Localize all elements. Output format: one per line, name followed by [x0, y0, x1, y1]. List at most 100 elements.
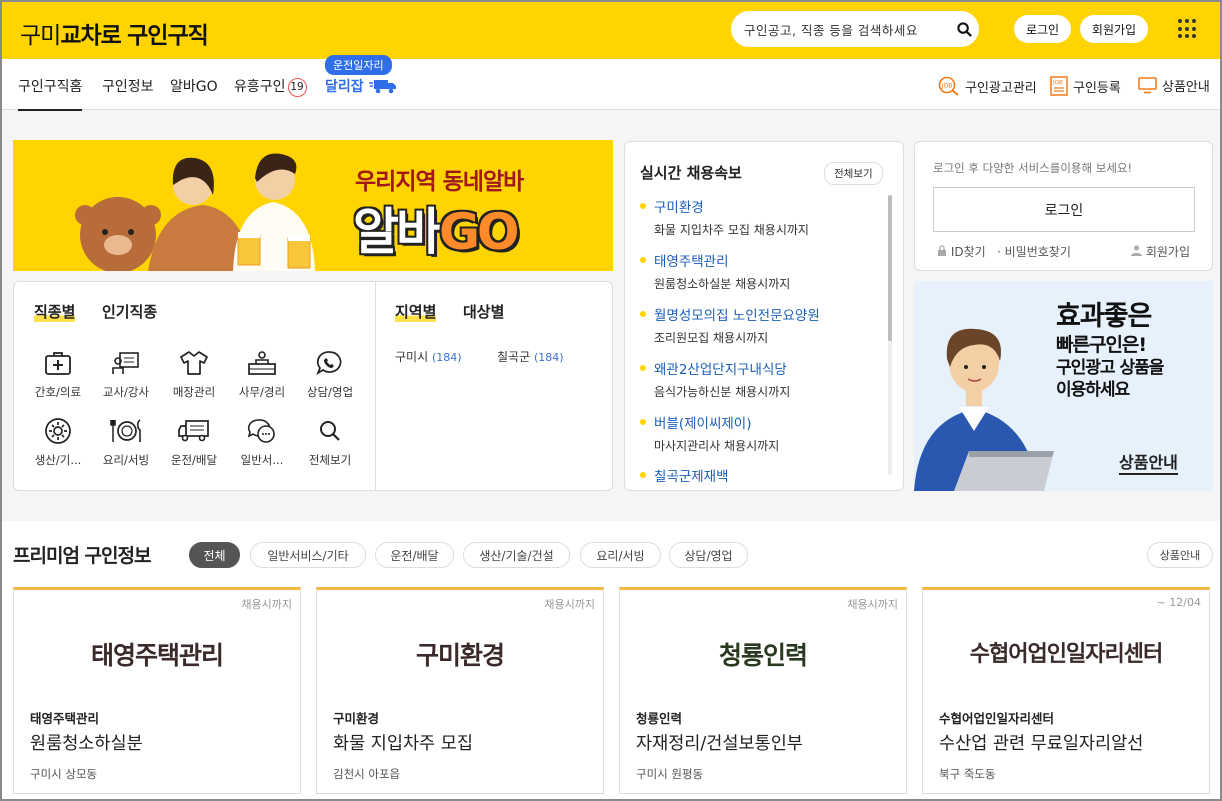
nav-job-register[interactable]: JOB 구인등록	[1050, 76, 1121, 96]
nav-home[interactable]: 구인구직홈	[18, 76, 83, 111]
premium-product-button[interactable]: 상품안내	[1147, 542, 1213, 568]
premium-card[interactable]: 채용시까지 청룡인력 청룡인력 자재정리/건설보통인부 구미시 원평동	[619, 587, 907, 794]
tab-by-target[interactable]: 대상별	[463, 301, 504, 322]
job-doc-icon: JOB	[1050, 76, 1068, 96]
card-title: 화물 지입차주 모집	[333, 734, 473, 754]
cat-cooking[interactable]: 요리/서빙	[94, 416, 158, 468]
cat-general-service[interactable]: 일반서...	[230, 416, 294, 468]
card-logo-text: 수협어업인일자리센터	[969, 642, 1163, 667]
cat-driving[interactable]: 운전/배달	[162, 416, 226, 468]
region-chilgok[interactable]: 칠곡군 (184)	[497, 348, 564, 365]
site-logo[interactable]: 구미교차로 구인구직	[20, 16, 209, 50]
card-deadline: ~ 12/04	[1156, 596, 1201, 609]
cat-view-all[interactable]: 전체보기	[298, 416, 362, 468]
cat-consult[interactable]: 상담/영업	[298, 348, 362, 400]
login-signup-link[interactable]: 회원가입	[1131, 243, 1190, 260]
teacher-icon	[94, 348, 158, 378]
nav-adult-jobs[interactable]: 유흥구인 19	[234, 76, 307, 97]
find-password-link[interactable]: · 비밀번호찾기	[997, 243, 1071, 260]
realtime-item[interactable]: 왜관2산업단지구내식당 음식가능하신분 채용시까지	[640, 358, 880, 400]
chip-production[interactable]: 생산/기술/건설	[463, 542, 570, 568]
premium-card[interactable]: 채용시까지 구미환경 구미환경 화물 지입차주 모집 김천시 아포읍	[316, 587, 604, 794]
card-deadline: 채용시까지	[544, 598, 595, 611]
card-logo-text: 청룡인력	[718, 641, 808, 670]
chip-consult[interactable]: 상담/영업	[669, 542, 748, 568]
card-deadline: 채용시까지	[847, 598, 898, 611]
login-box: 로그인 후 다양한 서비스를이용해 보세요! 로그인 ID찾기 · 비밀번호찾기…	[914, 141, 1213, 271]
realtime-item[interactable]: 구미환경 화물 지입차주 모집 채용시까지	[640, 196, 880, 238]
realtime-desc: 원룸청소하실분 채용시까지	[654, 277, 791, 291]
card-company: 태영주택관리	[30, 711, 100, 726]
cat-label: 운전/배달	[170, 453, 218, 467]
chip-driving[interactable]: 운전/배달	[375, 542, 454, 568]
realtime-item[interactable]: 월명성모의집 노인전문요양원조리원모집 채용시까지	[640, 304, 880, 346]
premium-card[interactable]: ~ 12/04 수협어업인일자리센터 수협어업인일자리센터 수산업 관련 무료일…	[922, 587, 1210, 794]
card-title: 원룸청소하실분	[30, 734, 143, 754]
cat-office[interactable]: 사무/경리	[230, 348, 294, 400]
main-nav: 구인구직홈 구인정보 알바GO 유흥구인 19 운전일자리 달리잡 JOB 구인광…	[2, 55, 1220, 111]
truck-outline-icon	[162, 416, 226, 446]
signup-button[interactable]: 회원가입	[1080, 15, 1148, 43]
cat-store[interactable]: 매장관리	[162, 348, 226, 400]
realtime-company: 구미환경	[640, 196, 880, 216]
nav-job-register-label: 구인등록	[1073, 80, 1121, 96]
nav-adult-label: 유흥구인	[234, 79, 286, 95]
region-count: (184)	[533, 351, 564, 364]
banner-illustration	[75, 153, 315, 271]
realtime-more-button[interactable]: 전체보기	[824, 162, 883, 185]
card-title: 자재정리/건설보통인부	[636, 734, 803, 754]
nav-albago[interactable]: 알바GO	[170, 76, 218, 96]
phone-chat-icon	[298, 348, 362, 378]
region-gumi[interactable]: 구미시 (184)	[395, 348, 462, 365]
realtime-company: 왜관2산업단지구내식당	[640, 358, 880, 378]
login-button[interactable]: 로그인	[1014, 15, 1071, 43]
card-company: 청룡인력	[636, 711, 683, 726]
realtime-item[interactable]: 태영주택관리 원룸청소하실분 채용시까지	[640, 250, 880, 292]
adult-19-badge: 19	[287, 78, 307, 97]
region-name: 칠곡군	[497, 350, 531, 364]
login-box-button[interactable]: 로그인	[933, 187, 1195, 232]
product-ad-banner[interactable]: 효과좋은 빠른구인은! 구인광고 상품을 이용하세요 상품안내	[914, 281, 1213, 491]
search-input[interactable]: 구인공고, 직종 등을 검색하세요	[744, 20, 949, 39]
realtime-item[interactable]: 버블(제이씨제이) 마사지관리사 채용시까지	[640, 412, 880, 454]
chip-all[interactable]: 전체	[189, 542, 240, 568]
premium-title: 프리미엄 구인정보	[13, 545, 151, 567]
ad-cta[interactable]: 상품안내	[1119, 449, 1178, 475]
find-id-link[interactable]: ID찾기	[937, 243, 986, 260]
category-divider	[375, 282, 376, 490]
cat-production[interactable]: 생산/기...	[26, 416, 90, 468]
tab-by-job[interactable]: 직종별	[34, 301, 76, 322]
realtime-desc: 조리원모집 채용시까지	[654, 331, 769, 345]
premium-card[interactable]: 채용시까지 태영주택관리 태영주택관리 원룸청소하실분 구미시 상모동	[13, 587, 301, 794]
cat-label: 사무/경리	[238, 385, 286, 399]
all-menu-icon[interactable]	[1178, 19, 1198, 39]
cat-teacher[interactable]: 교사/강사	[94, 348, 158, 400]
login-signup-label: 회원가입	[1145, 245, 1190, 259]
cat-label: 생산/기...	[34, 453, 82, 467]
chat-bubbles-icon	[230, 416, 294, 446]
ad-line1: 효과좋은	[1056, 301, 1152, 332]
tab-popular-jobs[interactable]: 인기직종	[102, 301, 157, 322]
logo-suffix: 구인구직	[127, 23, 209, 49]
logo-prefix: 구미	[20, 23, 61, 49]
nav-jobs[interactable]: 구인정보	[102, 76, 154, 96]
nav-products[interactable]: 상품안내	[1138, 76, 1210, 95]
chip-general-service[interactable]: 일반서비스/기타	[250, 542, 366, 568]
nav-dalijob-label: 달리잡	[325, 79, 364, 95]
albago-banner[interactable]: 우리지역 동네알바 알바GO	[13, 140, 613, 271]
scrollbar-thumb[interactable]	[888, 195, 892, 341]
cat-nursing[interactable]: 간호/의료	[26, 348, 90, 400]
tab-by-region[interactable]: 지역별	[395, 301, 437, 322]
card-location: 구미시 상모동	[30, 767, 98, 781]
search-icon[interactable]	[949, 21, 979, 37]
nav-ad-manage[interactable]: JOB 구인광고관리	[938, 76, 1037, 96]
chip-cooking[interactable]: 요리/서빙	[580, 542, 661, 568]
truck-icon	[368, 80, 396, 94]
find-password-label: 비밀번호찾기	[1004, 245, 1071, 259]
realtime-company: 월명성모의집 노인전문요양원	[640, 304, 880, 324]
nav-dalijob[interactable]: 달리잡	[325, 76, 397, 96]
card-location: 북구 죽도동	[939, 767, 996, 781]
realtime-item[interactable]: 칠곡군제재백	[640, 465, 880, 485]
category-box: 직종별 인기직종 간호/의료 교사/강사 매장관리 사무/경리 상담/영업 생산…	[13, 281, 613, 491]
search-box[interactable]: 구인공고, 직종 등을 검색하세요	[731, 11, 979, 47]
